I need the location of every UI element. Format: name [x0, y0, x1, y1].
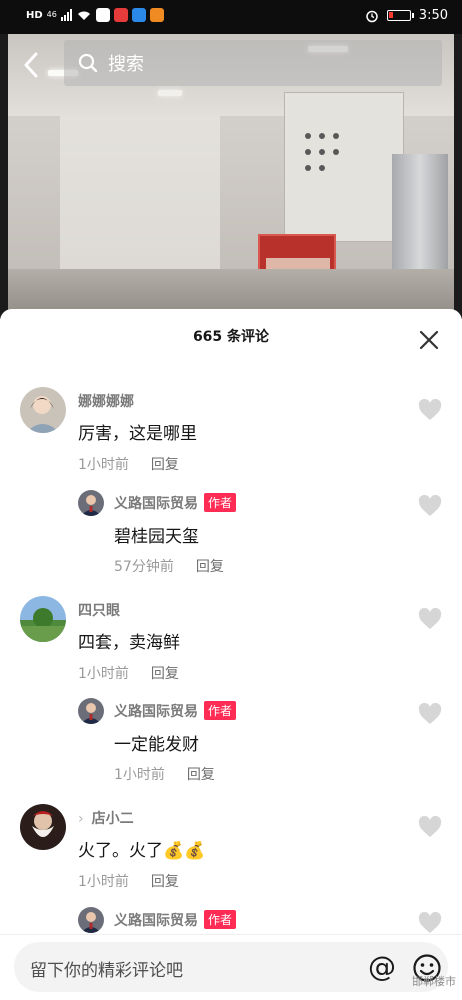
- reply-button[interactable]: 回复: [151, 663, 179, 683]
- comment-input-placeholder: 留下你的精彩评论吧: [30, 961, 183, 981]
- comment-time: 1小时前: [78, 874, 129, 890]
- avatar[interactable]: [20, 596, 66, 642]
- comment-text: 厉害，这是哪里: [78, 424, 197, 444]
- comment-username[interactable]: 义路国际贸易 作者: [114, 493, 237, 513]
- heart-icon[interactable]: [418, 399, 442, 421]
- heart-icon[interactable]: [418, 912, 442, 934]
- comment-time: 1小时前: [78, 457, 129, 473]
- comment-text: 一定能发财: [114, 735, 199, 755]
- author-badge: 作者: [204, 910, 237, 929]
- alarm-icon: [366, 10, 378, 22]
- comment-meta: 1小时前 回复: [78, 871, 179, 891]
- comment-meta: 1小时前 回复: [114, 764, 215, 784]
- comment-text: 四套，卖海鲜: [78, 633, 180, 653]
- comment-time: 1小时前: [78, 666, 129, 682]
- money-bag-emoji: 💰💰: [163, 841, 206, 861]
- comment-username[interactable]: 四只眼: [78, 600, 120, 620]
- comments-header: 665 条评论: [0, 309, 462, 363]
- comment-meta: 1小时前 回复: [78, 454, 179, 474]
- network-type: 46: [46, 10, 57, 19]
- avatar[interactable]: [78, 698, 104, 724]
- heart-icon[interactable]: [418, 495, 442, 517]
- comment-username[interactable]: › 店小二: [78, 808, 134, 828]
- mention-button[interactable]: @: [366, 952, 398, 984]
- comment-username[interactable]: 义路国际贸易 作者: [114, 701, 237, 721]
- wifi-icon: [77, 11, 90, 20]
- author-badge: 作者: [204, 701, 237, 720]
- reply-button[interactable]: 回复: [187, 764, 215, 784]
- close-button[interactable]: [418, 329, 440, 351]
- search-icon: [78, 53, 98, 73]
- reply-button[interactable]: 回复: [196, 556, 224, 576]
- clock: 3:50: [418, 8, 448, 23]
- comment-input[interactable]: 留下你的精彩评论吧 @: [14, 942, 448, 992]
- battery-icon: [386, 10, 414, 21]
- comment-time: 1小时前: [114, 767, 165, 783]
- search-label: 搜索: [108, 54, 144, 75]
- close-icon: [419, 330, 439, 350]
- chevron-right-icon: ›: [78, 811, 84, 827]
- status-left-icons: HD 46: [26, 8, 164, 22]
- comments-sheet: 665 条评论 娜娜娜娜 厉害，这是哪里 1小时前 回复 义路国际贸易 作者 碧桂…: [0, 309, 462, 1000]
- reply-button[interactable]: 回复: [151, 871, 179, 891]
- comment-username[interactable]: 娜娜娜娜: [78, 391, 134, 411]
- app-notification-icon: [149, 8, 164, 22]
- comment-meta: 1小时前 回复: [78, 663, 179, 683]
- video-scene-cabinet: [284, 92, 404, 242]
- chevron-left-icon: [24, 52, 38, 78]
- avatar[interactable]: [20, 387, 66, 433]
- comment-meta: 57分钟前 回复: [114, 556, 224, 576]
- status-bar: HD 46 3:50: [0, 0, 462, 34]
- app-notification-icon: [95, 8, 110, 22]
- back-button[interactable]: [16, 50, 46, 80]
- comment-text: 碧桂园天玺: [114, 527, 199, 547]
- author-badge: 作者: [204, 493, 237, 512]
- watermark: 邯郸楼市: [412, 975, 456, 988]
- avatar[interactable]: [78, 907, 104, 933]
- heart-icon[interactable]: [418, 608, 442, 630]
- comment-username[interactable]: 义路国际贸易 作者: [114, 910, 237, 930]
- hd-indicator: HD: [26, 9, 43, 21]
- app-notification-icon: [131, 8, 146, 22]
- heart-icon[interactable]: [418, 816, 442, 838]
- comment-input-bar: 留下你的精彩评论吧 @ 邯郸楼市: [0, 934, 462, 1000]
- reply-button[interactable]: 回复: [151, 454, 179, 474]
- avatar[interactable]: [78, 490, 104, 516]
- search-bar[interactable]: 搜索: [64, 40, 442, 86]
- comment-text: 火了。火了💰💰: [78, 841, 206, 861]
- comment-time: 57分钟前: [114, 559, 174, 575]
- comments-count-title: 665 条评论: [192, 329, 270, 345]
- app-notification-icon: [113, 8, 128, 22]
- heart-icon[interactable]: [418, 703, 442, 725]
- signal-icon: [60, 9, 72, 21]
- status-right-icons: 3:50: [365, 8, 448, 23]
- avatar[interactable]: [20, 804, 66, 850]
